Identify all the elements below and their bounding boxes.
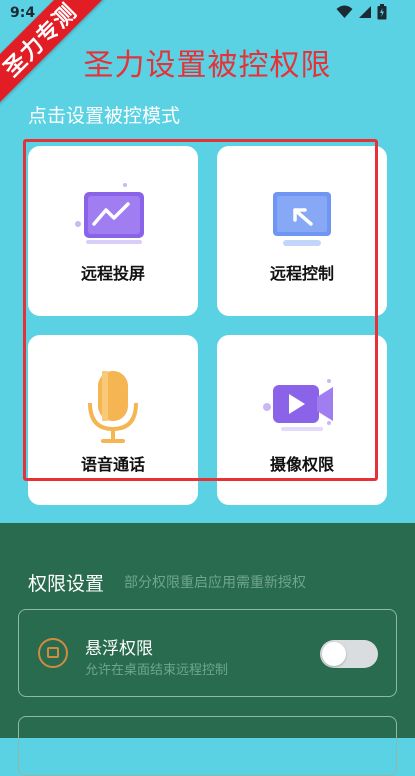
permission-title: 权限设置 bbox=[28, 573, 105, 595]
permission-row-next[interactable] bbox=[18, 716, 397, 776]
permission-name: 悬浮权限 bbox=[85, 639, 153, 659]
video-camera-icon bbox=[263, 379, 333, 431]
signal-icon bbox=[359, 6, 371, 18]
card-label: 摄像权限 bbox=[269, 455, 334, 474]
microphone-icon bbox=[88, 371, 138, 443]
card-remote-control[interactable]: 远程控制 bbox=[217, 146, 387, 316]
status-time: 9:4 bbox=[10, 5, 36, 21]
permission-row-overlay[interactable]: 悬浮权限 允许在桌面结束远程控制 bbox=[18, 609, 397, 697]
status-icons bbox=[336, 4, 387, 20]
card-voice-call[interactable]: 语音通话 bbox=[28, 335, 198, 505]
card-label: 远程投屏 bbox=[80, 264, 145, 283]
floating-window-icon bbox=[38, 638, 68, 668]
overlay-toggle[interactable] bbox=[320, 640, 378, 668]
permission-note: 部分权限重启应用需重新授权 bbox=[124, 575, 306, 591]
page-title: 圣力设置被控权限 bbox=[83, 48, 332, 83]
permission-desc: 允许在桌面结束远程控制 bbox=[85, 663, 229, 678]
remote-control-icon bbox=[273, 192, 331, 246]
card-label: 语音通话 bbox=[80, 455, 145, 474]
battery-icon bbox=[377, 4, 387, 20]
card-label: 远程控制 bbox=[269, 264, 334, 283]
section-label: 点击设置被控模式 bbox=[28, 105, 181, 127]
toggle-knob bbox=[322, 642, 346, 666]
card-camera-permission[interactable]: 摄像权限 bbox=[217, 335, 387, 505]
screen-cast-icon bbox=[75, 183, 144, 244]
card-screen-cast[interactable]: 远程投屏 bbox=[28, 146, 198, 316]
wifi-icon bbox=[336, 5, 353, 18]
